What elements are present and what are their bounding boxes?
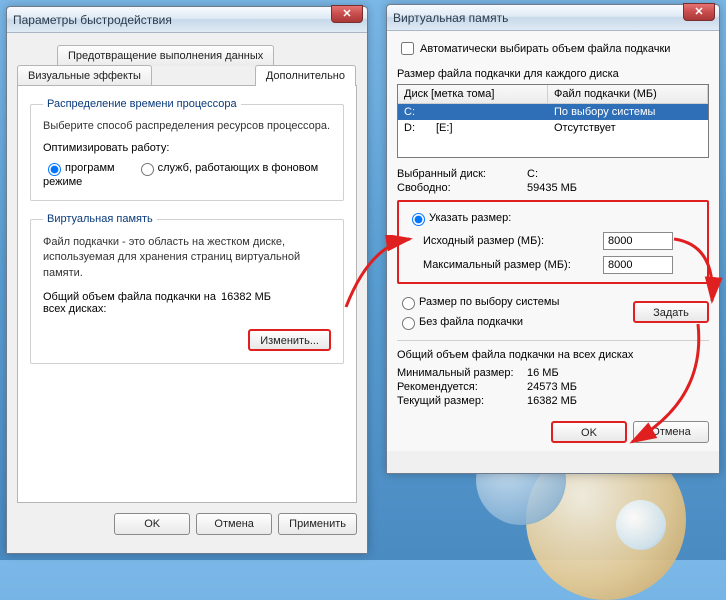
virtual-memory-window: Виртуальная память ✕ Автоматически выбир…	[386, 4, 720, 474]
drive-row-c[interactable]: C: По выбору системы	[398, 104, 708, 120]
tab-visual-effects[interactable]: Визуальные эффекты	[17, 65, 152, 86]
col-paging: Файл подкачки (МБ)	[548, 85, 708, 103]
min-value: 16 МБ	[527, 367, 709, 379]
col-drive: Диск [метка тома]	[398, 85, 548, 103]
selected-drive-label: Выбранный диск:	[397, 168, 527, 180]
ok-button-left[interactable]: OK	[114, 513, 190, 535]
auto-manage-label: Автоматически выбирать объем файла подка…	[420, 43, 670, 55]
cur-label: Текущий размер:	[397, 395, 527, 407]
initial-size-input[interactable]	[603, 232, 673, 250]
radio-custom-input[interactable]	[412, 213, 425, 226]
tab-dep[interactable]: Предотвращение выполнения данных	[57, 45, 274, 66]
total-section: Общий объем файла подкачки на всех диска…	[397, 340, 709, 407]
optimize-label: Оптимизировать работу:	[43, 142, 331, 154]
tabs-row1: Предотвращение выполнения данных	[17, 45, 357, 66]
custom-size-group: Указать размер: Исходный размер (МБ): Ма…	[397, 200, 709, 284]
min-label: Минимальный размер:	[397, 367, 527, 379]
cur-value: 16382 МБ	[527, 395, 709, 407]
virtual-memory-group: Виртуальная память Файл подкачки - это о…	[30, 213, 344, 364]
close-icon: ✕	[342, 9, 351, 20]
titlebar[interactable]: Параметры быстродействия ✕	[7, 7, 367, 33]
radio-programs-input[interactable]	[48, 163, 61, 176]
apply-button-left[interactable]: Применить	[278, 513, 357, 535]
drive-size-header: Размер файла подкачки для каждого диска	[397, 68, 709, 80]
radio-system-input[interactable]	[402, 297, 415, 310]
cancel-button-left[interactable]: Отмена	[196, 513, 272, 535]
vm-total-label: Общий объем файла подкачки на всех диска…	[43, 291, 221, 315]
rec-value: 24573 МБ	[527, 381, 709, 393]
close-button[interactable]: ✕	[331, 5, 363, 23]
vm-desc: Файл подкачки - это область на жестком д…	[43, 235, 331, 281]
window-title: Параметры быстродействия	[13, 13, 172, 27]
radio-programs[interactable]: программ	[43, 162, 115, 174]
radio-none-input[interactable]	[402, 317, 415, 330]
radio-system-managed[interactable]: Размер по выбору системы	[397, 296, 559, 308]
free-value: 59435 МБ	[527, 182, 709, 194]
titlebar-vm[interactable]: Виртуальная память ✕	[387, 5, 719, 31]
auto-manage-row: Автоматически выбирать объем файла подка…	[397, 39, 709, 58]
change-button[interactable]: Изменить...	[248, 329, 331, 351]
drive-list[interactable]: Диск [метка тома] Файл подкачки (МБ) C: …	[397, 84, 709, 158]
tabs-row2: Визуальные эффекты Дополнительно	[17, 65, 357, 86]
initial-size-label: Исходный размер (МБ):	[423, 235, 603, 247]
ok-button-vm[interactable]: OK	[551, 421, 627, 443]
advanced-tab-pane: Распределение времени процессора Выберит…	[17, 85, 357, 503]
tab-advanced[interactable]: Дополнительно	[255, 65, 356, 86]
free-label: Свободно:	[397, 182, 527, 194]
close-icon: ✕	[694, 7, 703, 18]
cpu-legend: Распределение времени процессора	[43, 98, 241, 110]
selected-drive-value: C:	[527, 168, 709, 180]
cpu-desc: Выберите способ распределения ресурсов п…	[43, 120, 331, 132]
vm-dialog-buttons: OK Отмена	[397, 421, 709, 443]
rec-label: Рекомендуется:	[397, 381, 527, 393]
set-button[interactable]: Задать	[633, 301, 709, 323]
radio-services-input[interactable]	[141, 163, 154, 176]
performance-options-window: Параметры быстродействия ✕ Предотвращени…	[6, 6, 368, 554]
max-size-label: Максимальный размер (МБ):	[423, 259, 603, 271]
radio-no-paging[interactable]: Без файла подкачки	[397, 316, 523, 328]
vm-window-title: Виртуальная память	[393, 11, 508, 25]
auto-manage-checkbox[interactable]	[401, 42, 414, 55]
vm-legend: Виртуальная память	[43, 213, 157, 225]
cpu-scheduling-group: Распределение времени процессора Выберит…	[30, 98, 344, 201]
drive-row-d[interactable]: D: [E:] Отсутствует	[398, 120, 708, 136]
vm-total-value: 16382 МБ	[221, 291, 331, 315]
dialog-buttons: OK Отмена Применить	[17, 513, 357, 535]
max-size-input[interactable]	[603, 256, 673, 274]
radio-custom-size[interactable]: Указать размер:	[407, 212, 511, 224]
total-header: Общий объем файла подкачки на всех диска…	[397, 349, 709, 361]
close-button-vm[interactable]: ✕	[683, 3, 715, 21]
cancel-button-vm[interactable]: Отмена	[633, 421, 709, 443]
